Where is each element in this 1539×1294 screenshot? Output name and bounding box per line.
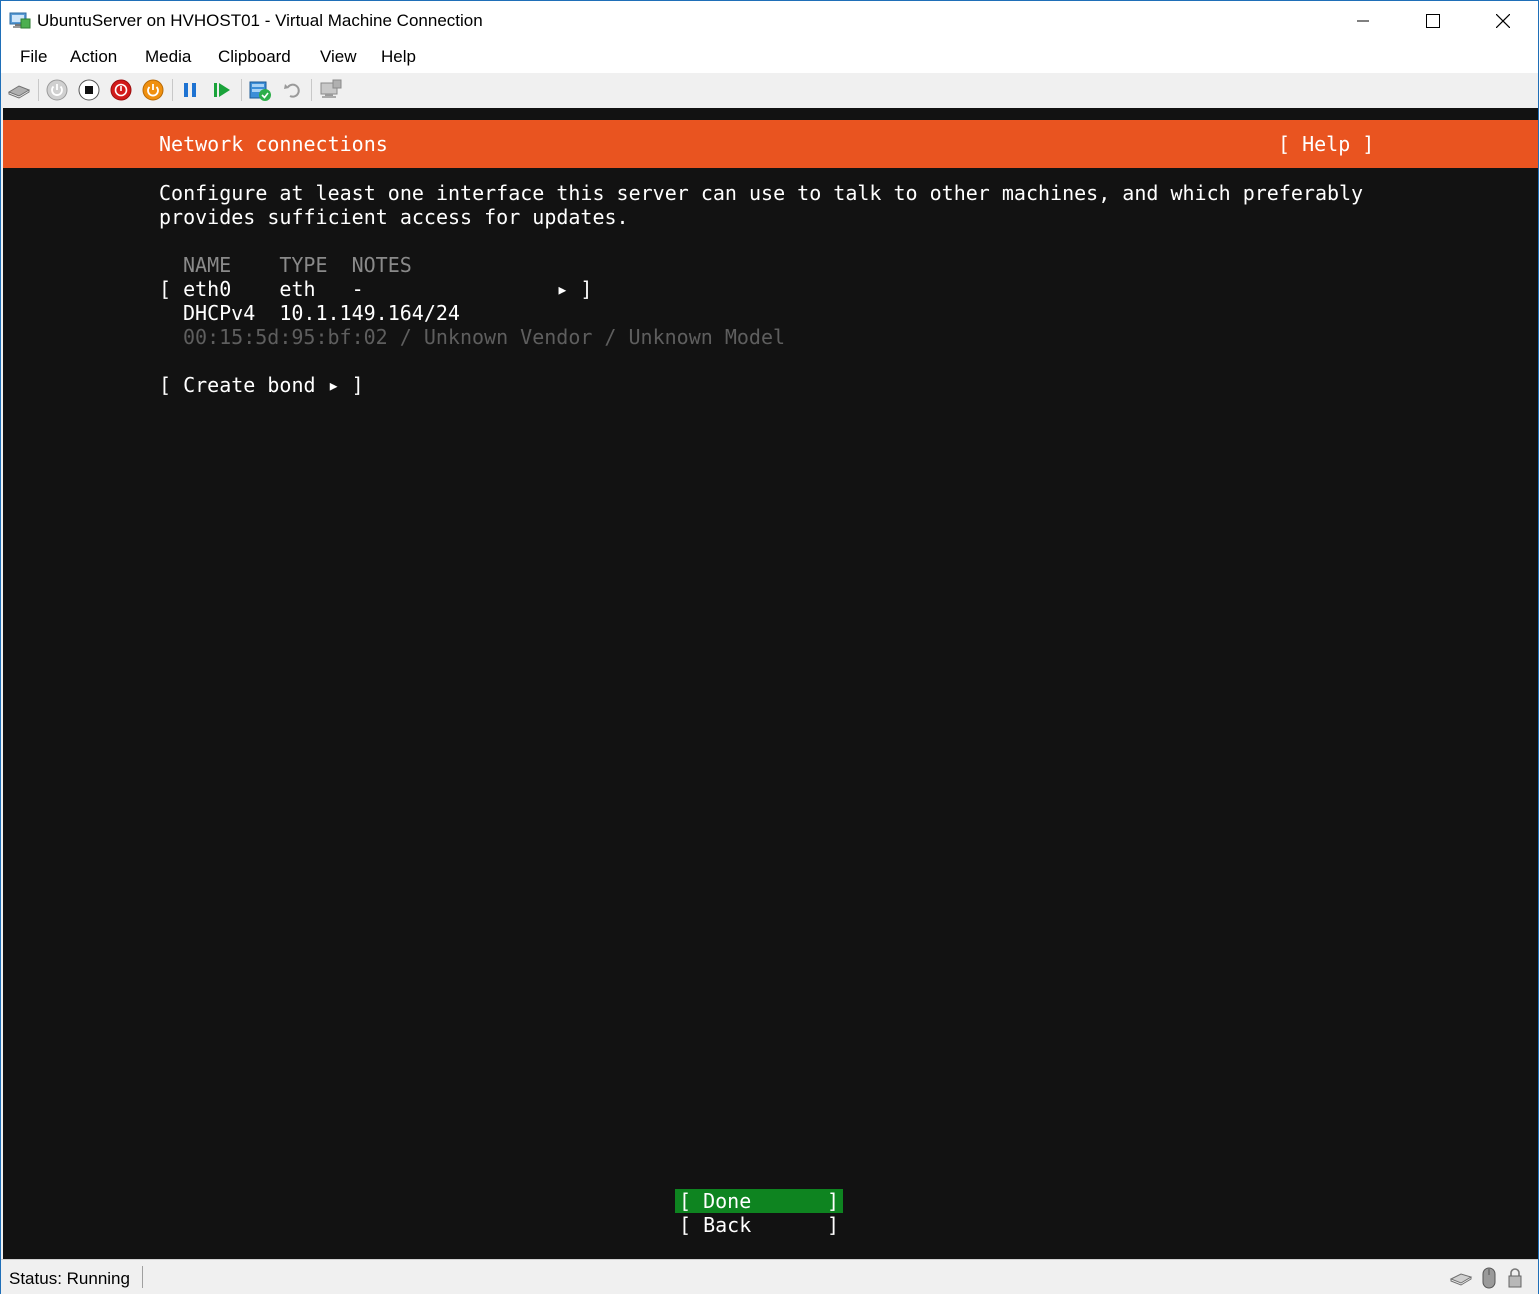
close-button[interactable]	[1468, 1, 1538, 41]
pause-button[interactable]	[178, 78, 202, 102]
enhanced-session-button[interactable]	[319, 78, 343, 102]
toolbar	[1, 73, 1538, 107]
back-close-bracket: ]	[826, 1213, 839, 1237]
pause-icon	[184, 83, 196, 97]
resume-button[interactable]	[210, 78, 234, 102]
status-bar: Status: Running	[1, 1259, 1538, 1294]
interface-dhcp-address: DHCPv4 10.1.149.164/24	[183, 301, 460, 325]
description-line-1: Configure at least one interface this se…	[159, 181, 1364, 205]
installer-header: Network connections [ Help ]	[3, 120, 1538, 168]
ctrl-alt-del-button[interactable]	[7, 78, 31, 102]
revert-icon	[284, 83, 300, 98]
help-button[interactable]: [ Help ]	[1278, 132, 1374, 156]
save-button[interactable]	[141, 78, 165, 102]
checkpoint-button[interactable]	[248, 78, 272, 102]
keyboard-icon	[1449, 1267, 1473, 1289]
done-close-bracket: ]	[826, 1189, 839, 1213]
vm-connection-app-icon	[9, 11, 31, 31]
interface-table-header: NAME TYPE NOTES	[183, 253, 412, 277]
done-button[interactable]: [ Done ]	[675, 1189, 843, 1213]
menu-action[interactable]: Action	[70, 47, 117, 67]
done-label: [ Done	[679, 1189, 752, 1213]
start-icon	[46, 79, 68, 101]
window-title: UbuntuServer on HVHOST01 - Virtual Machi…	[37, 11, 483, 30]
save-icon	[142, 79, 164, 101]
back-button[interactable]: [ Back ]	[675, 1213, 843, 1237]
interface-row-eth0[interactable]: [ eth0 eth - ▸ ]	[159, 277, 592, 301]
title-bar: UbuntuServer on HVHOST01 - Virtual Machi…	[1, 1, 1538, 41]
installer-title: Network connections	[159, 132, 388, 156]
maximize-button[interactable]	[1398, 1, 1468, 41]
maximize-icon	[1426, 14, 1440, 28]
menu-view[interactable]: View	[320, 47, 357, 67]
turn-off-button[interactable]	[77, 78, 101, 102]
back-label: [ Back	[679, 1213, 752, 1237]
checkpoint-icon	[249, 81, 271, 101]
ctrl-alt-del-icon	[7, 85, 31, 99]
enhanced-session-icon	[320, 79, 342, 98]
menu-file[interactable]: File	[20, 47, 47, 67]
minimize-button[interactable]	[1328, 1, 1398, 41]
mouse-icon	[1479, 1267, 1501, 1289]
lock-icon	[1505, 1267, 1527, 1289]
revert-button[interactable]	[281, 78, 305, 102]
vm-connection-window: UbuntuServer on HVHOST01 - Virtual Machi…	[0, 0, 1539, 1294]
turn-off-icon	[78, 79, 100, 101]
vm-display[interactable]: Network connections [ Help ] Configure a…	[3, 108, 1538, 1259]
shut-down-icon	[110, 79, 132, 101]
close-icon	[1496, 14, 1510, 28]
resume-icon	[214, 83, 230, 97]
status-text: Status: Running	[9, 1269, 130, 1288]
start-button[interactable]	[45, 78, 69, 102]
menu-media[interactable]: Media	[145, 47, 191, 67]
shut-down-button[interactable]	[109, 78, 133, 102]
description-line-2: provides sufficient access for updates.	[159, 205, 629, 229]
minimize-icon	[1357, 20, 1369, 22]
interface-mac-info: 00:15:5d:95:bf:02 / Unknown Vendor / Unk…	[183, 325, 786, 349]
menu-clipboard[interactable]: Clipboard	[218, 47, 291, 67]
create-bond-button[interactable]: [ Create bond ▸ ]	[159, 373, 364, 397]
menu-bar: File Action Media Clipboard View Help	[1, 41, 1538, 73]
menu-help[interactable]: Help	[381, 47, 416, 67]
